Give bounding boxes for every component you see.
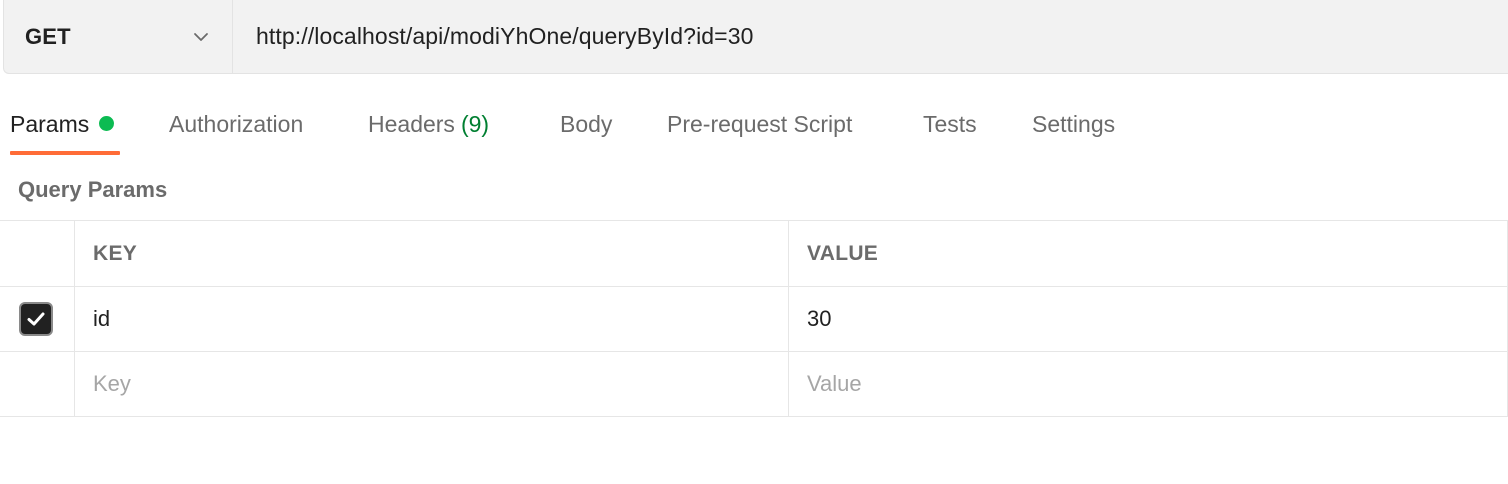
key-column-header: KEY: [93, 241, 138, 265]
new-key-input[interactable]: Key: [75, 352, 789, 416]
tab-authorization-label: Authorization: [169, 111, 304, 137]
tab-params[interactable]: Params: [10, 95, 115, 153]
headers-count-badge: (9): [460, 111, 490, 137]
request-editor: GET http://localhost/api/modiYhOne/query…: [0, 0, 1508, 484]
key-placeholder: Key: [93, 371, 131, 396]
tab-body[interactable]: Body: [560, 95, 612, 153]
row-check-cell: [0, 287, 75, 351]
tab-pre-request-script[interactable]: Pre-request Script: [667, 95, 852, 153]
url-input[interactable]: http://localhost/api/modiYhOne/queryById…: [233, 0, 1508, 73]
new-param-row: Key Value: [0, 352, 1508, 417]
header-check-cell: [0, 221, 75, 286]
tab-headers-label: Headers: [368, 111, 455, 137]
tab-tests[interactable]: Tests: [923, 95, 977, 153]
param-key-cell[interactable]: id: [75, 287, 789, 351]
method-label: GET: [25, 23, 71, 49]
tab-settings-label: Settings: [1032, 111, 1116, 137]
status-dot-icon: [99, 116, 115, 132]
tab-pre-request-script-label: Pre-request Script: [667, 111, 853, 137]
tab-settings[interactable]: Settings: [1032, 95, 1115, 153]
table-row: id 30: [0, 287, 1508, 352]
value-column-header: VALUE: [807, 241, 879, 265]
active-tab-indicator: [10, 151, 120, 155]
tab-params-label: Params: [10, 111, 90, 137]
request-tabs: Params Authorization Headers (9) Body Pre…: [0, 95, 1508, 157]
new-row-check-cell: [0, 352, 75, 416]
request-bar: GET http://localhost/api/modiYhOne/query…: [3, 0, 1508, 74]
value-placeholder: Value: [807, 371, 862, 396]
new-value-input[interactable]: Value: [789, 352, 1508, 416]
tab-headers[interactable]: Headers (9): [368, 95, 489, 153]
param-value-cell[interactable]: 30: [789, 287, 1508, 351]
params-table: KEY VALUE id 30 Key Value: [0, 220, 1508, 417]
row-enabled-checkbox[interactable]: [18, 302, 53, 336]
method-select[interactable]: GET: [4, 0, 233, 73]
tab-authorization[interactable]: Authorization: [169, 95, 303, 153]
param-key: id: [93, 306, 111, 331]
header-value-cell: VALUE: [789, 221, 1508, 286]
tab-tests-label: Tests: [923, 111, 977, 137]
chevron-down-icon: [192, 28, 210, 46]
query-params-title: Query Params: [18, 177, 168, 202]
table-header-row: KEY VALUE: [0, 221, 1508, 287]
header-key-cell: KEY: [75, 221, 789, 286]
checkmark-icon: [27, 312, 44, 326]
param-value: 30: [807, 306, 832, 331]
tab-body-label: Body: [560, 111, 613, 137]
